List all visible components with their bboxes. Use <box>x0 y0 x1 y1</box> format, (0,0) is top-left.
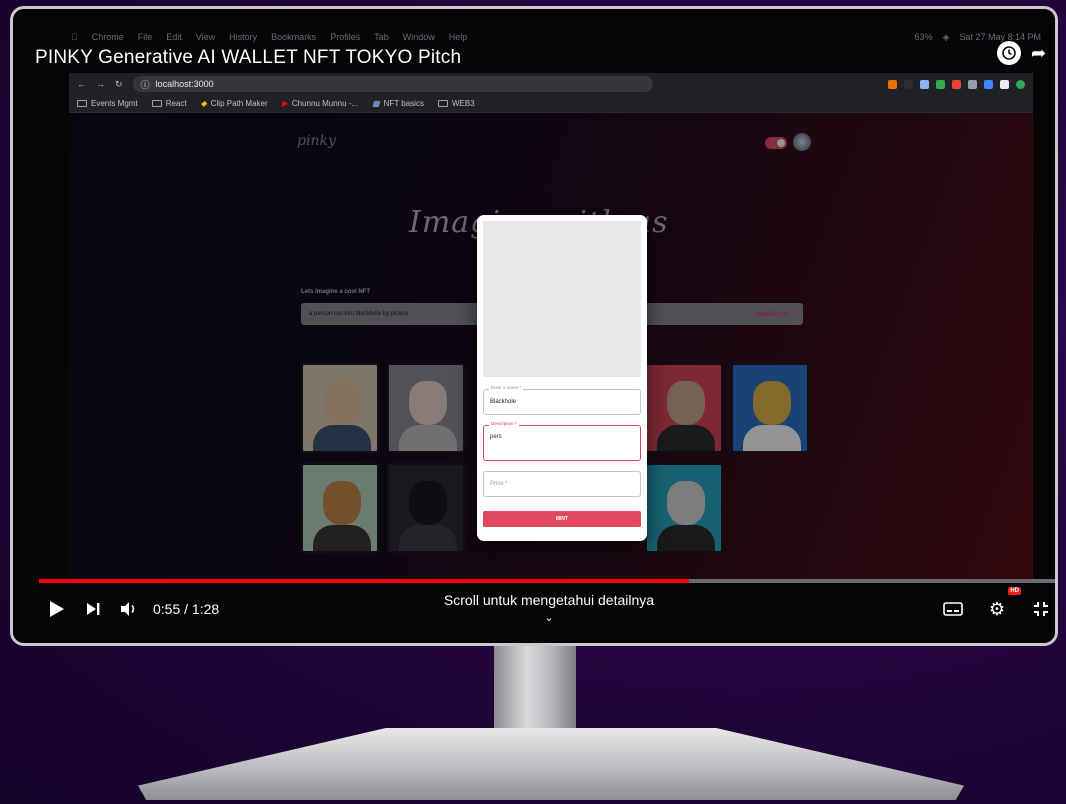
extension-icon[interactable] <box>904 79 913 89</box>
bookmark-item[interactable]: React <box>151 99 187 108</box>
extension-icon[interactable] <box>936 79 945 89</box>
bookmark-item[interactable]: ▦ NFT basics <box>372 99 424 108</box>
mint-button[interactable]: MINT <box>483 511 641 527</box>
bookmark-label: React <box>165 99 187 108</box>
profile-icon[interactable] <box>1016 79 1025 89</box>
bookmark-favicon-icon: ▦ <box>372 99 380 108</box>
bookmark-label: Events Mgmt <box>91 99 138 108</box>
extension-icon[interactable] <box>888 79 897 89</box>
chevron-down-icon[interactable]: ⌄ <box>39 611 1055 624</box>
menubar-item: File <box>131 32 153 42</box>
reload-icon[interactable]: ↻ <box>115 79 123 90</box>
bookmark-item[interactable]: WEB3 <box>437 99 475 108</box>
settings-button[interactable]: ⚙ HD <box>979 587 1021 627</box>
menubar-item: Tab <box>367 32 389 42</box>
monitor-stand-base <box>138 728 964 800</box>
extension-icon[interactable] <box>968 79 977 89</box>
bookmarks-bar: Events Mgmt React ◆ Clip Path Maker ▶ Chun… <box>69 95 1033 113</box>
name-field-value: Blackhole <box>490 399 517 405</box>
apple-icon:  <box>71 32 78 42</box>
info-icon: ⓘ <box>140 79 150 90</box>
clock-text: Sat 27 May 8:14 PM <box>959 31 1041 42</box>
bookmark-label: Chunnu Munnu -... <box>291 99 359 108</box>
menubar-item: Profiles <box>323 32 360 42</box>
video-progress-bar[interactable] <box>39 579 1055 583</box>
extension-icons <box>888 79 1025 89</box>
menubar-item: Help <box>441 32 468 42</box>
url-text: localhost:3000 <box>155 79 214 89</box>
gear-icon: ⚙ <box>988 598 1006 619</box>
video-player[interactable]:  Chrome File Edit View History Bookmark… <box>13 9 1055 643</box>
extension-icon[interactable] <box>1000 79 1009 89</box>
bookmark-label: NFT basics <box>383 99 424 108</box>
menubar-item: Bookmarks <box>264 32 316 42</box>
menubar-item: History <box>222 32 257 42</box>
extension-icon[interactable] <box>952 79 961 89</box>
extension-icon[interactable] <box>984 79 993 89</box>
mac-menubar:  Chrome File Edit View History Bookmark… <box>71 27 1041 47</box>
menubar-item: Chrome <box>85 32 124 42</box>
mint-modal: Enter a name * Blackhole Description * p… <box>477 215 647 541</box>
price-field-placeholder: Price * <box>490 481 508 487</box>
folder-icon <box>151 100 162 107</box>
extension-icon[interactable] <box>920 79 929 89</box>
hd-badge: HD <box>1008 587 1021 595</box>
browser-window: ← → ↻ ⓘ localhost:3000 Events Mgmt React… <box>69 73 1033 583</box>
bookmark-item[interactable]: Events Mgmt <box>77 99 138 108</box>
video-progress-fill <box>39 579 689 583</box>
wifi-icon: ◈ <box>942 31 950 42</box>
address-bar[interactable]: ⓘ localhost:3000 <box>132 76 653 92</box>
back-icon[interactable]: ← <box>77 79 86 89</box>
generated-image-placeholder <box>483 221 641 377</box>
address-row: ← → ↻ ⓘ localhost:3000 <box>69 73 1033 95</box>
player-controls: 0:55 / 1:28 Scroll untuk mengetahui deta… <box>39 587 1055 627</box>
watch-later-icon[interactable] <box>997 41 1021 65</box>
youtube-icon: ▶ <box>281 99 288 108</box>
description-field-label: Description * <box>489 421 519 426</box>
forward-icon[interactable]: → <box>96 79 105 89</box>
bookmark-item[interactable]: ▶ Chunnu Munnu -... <box>282 99 358 108</box>
name-field[interactable]: Enter a name * Blackhole <box>483 385 641 415</box>
bookmark-item[interactable]: ◆ Clip Path Maker <box>201 99 268 108</box>
menubar-item: Edit <box>159 32 182 42</box>
folder-icon <box>77 100 87 107</box>
share-icon[interactable]: ➦ <box>1031 43 1053 65</box>
name-field-label: Enter a name * <box>489 385 524 390</box>
description-field[interactable]: Description * pers <box>483 421 641 461</box>
bookmark-label: WEB3 <box>451 99 475 108</box>
menubar-item: Window <box>395 32 435 42</box>
monitor-stand-neck <box>494 646 576 732</box>
folder-icon <box>437 100 448 107</box>
bookmark-favicon-icon: ◆ <box>200 99 207 108</box>
menubar-item: View <box>189 32 215 42</box>
battery-status: 63% <box>914 31 933 42</box>
video-title[interactable]: PINKY Generative AI WALLET NFT TOKYO Pit… <box>35 47 461 69</box>
bookmark-label: Clip Path Maker <box>210 99 268 108</box>
description-field-value: pers <box>490 434 502 440</box>
chapter-title[interactable]: Scroll untuk mengetahui detailnya <box>39 592 1055 608</box>
monitor-frame:  Chrome File Edit View History Bookmark… <box>10 6 1058 646</box>
pinky-webpage: pinky Imagine with us Lets imagine a coo… <box>69 113 1033 583</box>
price-field[interactable]: Price * <box>483 471 641 497</box>
